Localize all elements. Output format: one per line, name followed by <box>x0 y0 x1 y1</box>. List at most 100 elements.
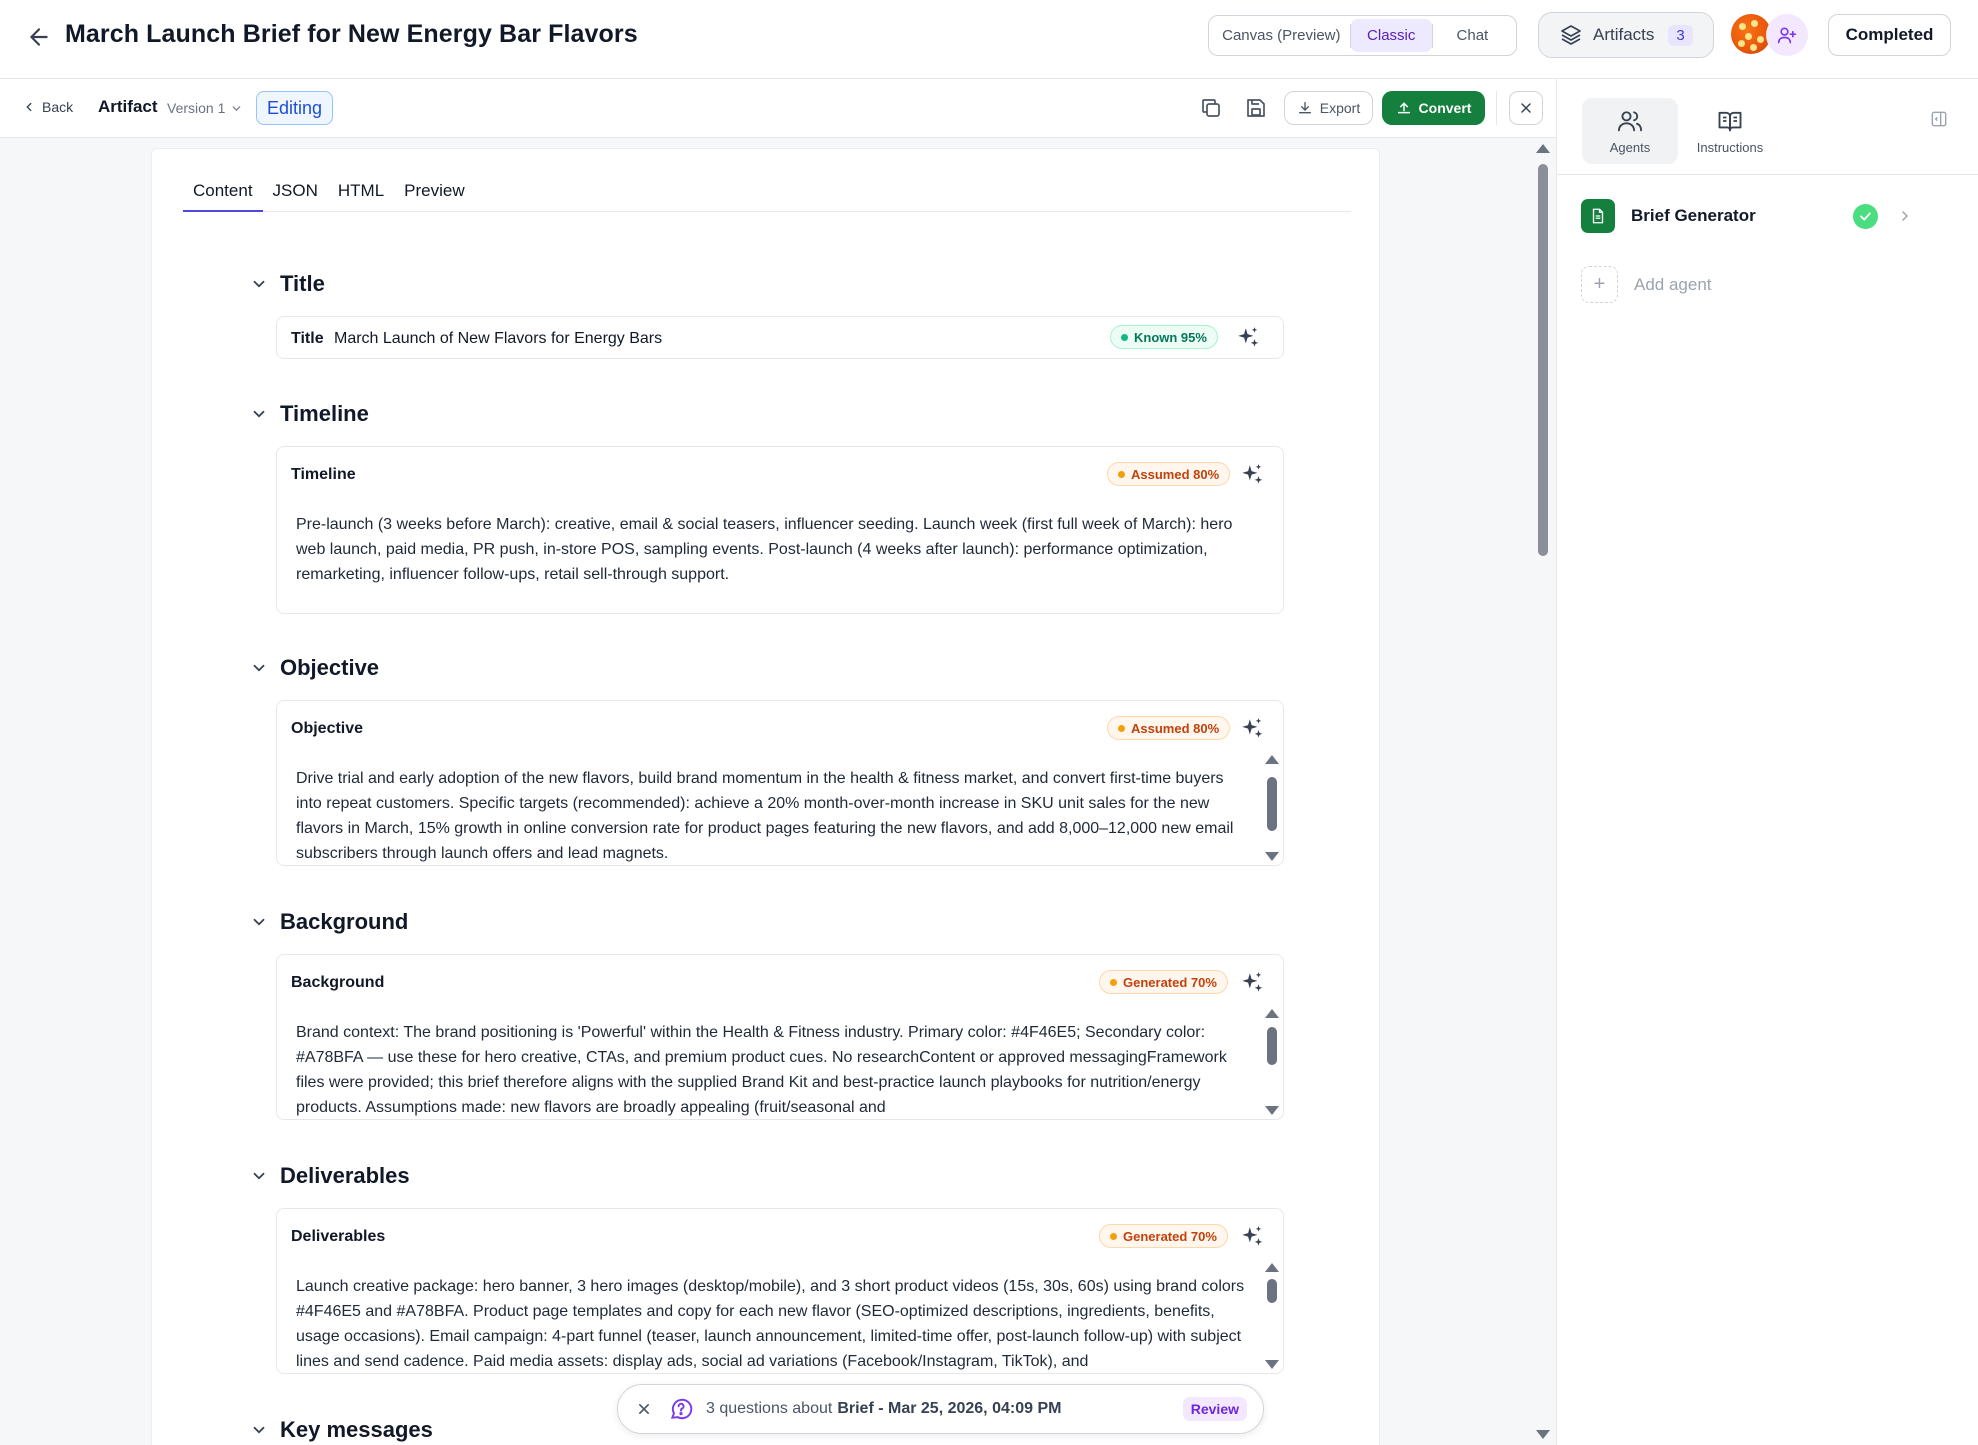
status-dot <box>1121 333 1128 341</box>
download-icon <box>1297 100 1313 116</box>
chevron-down-icon <box>250 405 268 423</box>
field-label: Background <box>291 974 385 991</box>
sparkle-icon[interactable] <box>1239 1224 1265 1250</box>
field-scrollbar[interactable] <box>1265 755 1279 861</box>
field-scrollbar[interactable] <box>1265 1009 1279 1115</box>
background-field-card[interactable]: Background Generated 70% Brand context: … <box>276 954 1284 1120</box>
chevron-down-icon <box>250 1421 268 1439</box>
scroll-down-arrow-icon[interactable] <box>1536 1430 1550 1439</box>
view-switch: Canvas (Preview) Classic Chat <box>1208 15 1517 56</box>
objective-text[interactable]: Drive trial and early adoption of the ne… <box>296 766 1246 865</box>
badge-label: Generated 70% <box>1123 1228 1217 1244</box>
export-button[interactable]: Export <box>1284 91 1373 125</box>
sparkle-icon[interactable] <box>1239 462 1265 488</box>
questions-text: 3 questions about <box>706 1400 833 1417</box>
status-dot <box>1110 1232 1117 1240</box>
title-value[interactable]: March Launch of New Flavors for Energy B… <box>334 330 662 348</box>
field-label: Title <box>291 330 324 347</box>
artifact-toolbar: Back Artifact Version 1 Editing Export C… <box>0 79 1556 138</box>
objective-field-card[interactable]: Objective Assumed 80% Drive trial and ea… <box>276 700 1284 866</box>
plus-icon: + <box>1581 266 1618 303</box>
status-dot <box>1118 724 1125 732</box>
title-field-card[interactable]: Title March Launch of New Flavors for En… <box>276 316 1284 359</box>
section-header-background[interactable]: Background <box>250 909 408 935</box>
sparkle-icon[interactable] <box>1239 970 1265 996</box>
save-icon[interactable] <box>1244 96 1268 120</box>
status-dot <box>1118 470 1125 478</box>
users-icon <box>1616 107 1644 135</box>
tab-instructions[interactable]: Instructions <box>1682 98 1778 164</box>
field-label: Timeline <box>291 466 356 483</box>
section-header-key-messages[interactable]: Key messages <box>250 1417 433 1443</box>
deliverables-field-card[interactable]: Deliverables Generated 70% Launch creati… <box>276 1208 1284 1374</box>
badge-label: Assumed 80% <box>1131 466 1220 482</box>
questions-subject: Brief - Mar 25, 2026, 04:09 PM <box>837 1400 1062 1417</box>
deliverables-text[interactable]: Launch creative package: hero banner, 3 … <box>296 1274 1246 1373</box>
export-label: Export <box>1319 100 1361 116</box>
artifacts-count-badge: 3 <box>1668 24 1693 46</box>
version-dropdown[interactable]: Version 1 <box>167 100 243 116</box>
page-title: March Launch Brief for New Energy Bar Fl… <box>65 20 638 48</box>
document-card: Content JSON HTML Preview Title Title Ma… <box>151 148 1380 1445</box>
confidence-badge: Assumed 80% <box>1107 462 1231 486</box>
panel-tabs: Agents Instructions <box>1557 79 1978 175</box>
back-label: Back <box>42 99 74 115</box>
tab-html[interactable]: HTML <box>328 178 394 212</box>
timeline-field-card[interactable]: Timeline Assumed 80% Pre-launch (3 weeks… <box>276 446 1284 614</box>
toolbar-divider <box>1496 91 1497 125</box>
upload-icon <box>1396 100 1412 116</box>
invite-user-button[interactable] <box>1766 14 1808 56</box>
avatar[interactable] <box>1731 14 1771 54</box>
top-bar: March Launch Brief for New Energy Bar Fl… <box>0 0 1978 79</box>
add-user-icon <box>1777 25 1797 45</box>
back-button[interactable]: Back <box>22 99 73 115</box>
document-icon <box>1581 199 1615 233</box>
tab-content[interactable]: Content <box>183 178 263 212</box>
scroll-thumb[interactable] <box>1538 164 1548 556</box>
sparkle-icon[interactable] <box>1235 325 1261 351</box>
book-icon <box>1716 107 1744 135</box>
add-agent-button[interactable]: + Add agent <box>1581 266 1712 303</box>
view-option-canvas[interactable]: Canvas (Preview) <box>1213 19 1350 52</box>
section-header-title[interactable]: Title <box>250 271 325 297</box>
close-icon <box>1518 100 1534 116</box>
field-scrollbar[interactable] <box>1265 1263 1279 1369</box>
chevron-left-icon <box>22 100 36 114</box>
chevron-down-icon <box>250 913 268 931</box>
tab-agents[interactable]: Agents <box>1582 98 1678 164</box>
section-header-timeline[interactable]: Timeline <box>250 401 369 427</box>
confidence-badge: Generated 70% <box>1099 1224 1228 1248</box>
version-label: Version 1 <box>167 100 226 116</box>
view-option-chat[interactable]: Chat <box>1433 19 1512 52</box>
editing-badge[interactable]: Editing <box>256 91 334 125</box>
back-arrow-icon[interactable] <box>26 24 52 50</box>
section-timeline-heading: Timeline <box>280 401 369 426</box>
artifacts-button[interactable]: Artifacts 3 <box>1538 12 1714 58</box>
chevron-right-icon <box>1897 208 1913 224</box>
tab-preview[interactable]: Preview <box>394 178 474 212</box>
view-option-classic[interactable]: Classic <box>1350 19 1432 52</box>
chevron-down-icon <box>250 659 268 677</box>
scroll-up-arrow-icon[interactable] <box>1536 144 1550 153</box>
agent-row-brief-generator[interactable]: Brief Generator <box>1581 198 1956 234</box>
badge-label: Assumed 80% <box>1131 720 1220 736</box>
tab-json[interactable]: JSON <box>263 178 328 212</box>
background-text[interactable]: Brand context: The brand positioning is … <box>296 1020 1246 1119</box>
right-panel: Agents Instructions Brief Generator + Ad… <box>1556 79 1978 1445</box>
collapse-panel-icon[interactable] <box>1929 109 1949 129</box>
convert-label: Convert <box>1418 100 1472 116</box>
page-scrollbar[interactable] <box>1534 138 1552 1445</box>
copy-icon[interactable] <box>1199 96 1223 120</box>
check-icon <box>1853 204 1878 229</box>
section-header-deliverables[interactable]: Deliverables <box>250 1163 410 1189</box>
tab-agents-label: Agents <box>1609 140 1651 155</box>
close-button[interactable] <box>1509 91 1543 125</box>
review-button[interactable]: Review <box>1182 1397 1247 1421</box>
convert-button[interactable]: Convert <box>1382 91 1485 125</box>
field-label: Objective <box>291 720 364 737</box>
section-header-objective[interactable]: Objective <box>250 655 379 681</box>
status-button[interactable]: Completed <box>1828 14 1951 56</box>
timeline-text[interactable]: Pre-launch (3 weeks before March): creat… <box>296 512 1246 587</box>
close-icon[interactable] <box>634 1399 654 1419</box>
sparkle-icon[interactable] <box>1239 716 1265 742</box>
